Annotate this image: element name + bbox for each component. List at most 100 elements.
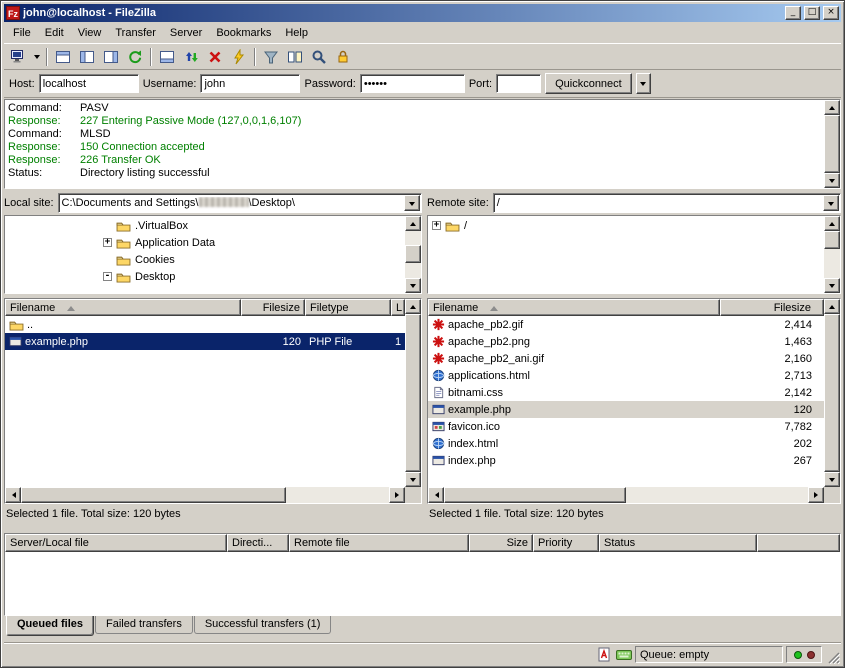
- tree-item[interactable]: - Desktop: [5, 268, 405, 285]
- column-header-last-modified[interactable]: L: [391, 299, 405, 316]
- tab-failed-transfers[interactable]: Failed transfers: [95, 616, 193, 634]
- scroll-left-button[interactable]: [5, 487, 21, 503]
- table-row[interactable]: apache_pb2.png 1,463: [428, 333, 824, 350]
- scroll-down-button[interactable]: [405, 278, 421, 293]
- table-row[interactable]: index.html 202: [428, 435, 824, 452]
- scroll-thumb[interactable]: [824, 314, 840, 472]
- filesize: 2,142: [720, 384, 824, 401]
- tab-successful-transfers[interactable]: Successful transfers (1): [194, 616, 332, 634]
- site-manager-dropdown-button[interactable]: [30, 46, 43, 68]
- column-header-direction[interactable]: Directi...: [227, 534, 289, 552]
- table-row[interactable]: example.php 120 PHP File 1: [5, 333, 405, 350]
- table-row[interactable]: index.php 267: [428, 452, 824, 469]
- port-input[interactable]: [496, 74, 541, 93]
- compare-icon: [287, 49, 303, 65]
- menu-bookmarks[interactable]: Bookmarks: [209, 24, 278, 42]
- cancel-button[interactable]: [203, 46, 227, 68]
- toggle-queue-button[interactable]: [155, 46, 179, 68]
- tree-item[interactable]: Cookies: [5, 251, 405, 268]
- scroll-thumb[interactable]: [405, 314, 421, 472]
- site-manager-button[interactable]: [6, 46, 30, 68]
- quickconnect-button[interactable]: Quickconnect: [545, 73, 632, 94]
- column-header-priority[interactable]: Priority: [533, 534, 599, 552]
- refresh-button[interactable]: [123, 46, 147, 68]
- remote-site-combo[interactable]: /: [493, 193, 841, 213]
- search-button[interactable]: [307, 46, 331, 68]
- scroll-right-button[interactable]: [808, 487, 824, 503]
- table-row[interactable]: ..: [5, 316, 405, 333]
- folder-icon: [116, 237, 131, 249]
- scroll-thumb[interactable]: [21, 487, 286, 503]
- scroll-up-button[interactable]: [405, 216, 421, 231]
- scroll-up-button[interactable]: [824, 299, 840, 314]
- arrow-up-icon: [829, 219, 835, 226]
- column-header-filetype[interactable]: Filetype: [305, 299, 391, 316]
- username-input[interactable]: [200, 74, 300, 93]
- tree-item[interactable]: + Application Data: [5, 234, 405, 251]
- scroll-thumb[interactable]: [444, 487, 626, 503]
- scroll-track: [444, 487, 808, 503]
- disconnect-button[interactable]: [227, 46, 251, 68]
- main-split: Local site: C:\Documents and Settings\\D…: [4, 193, 841, 524]
- quickconnect-dropdown-button[interactable]: [636, 73, 651, 94]
- column-header-status[interactable]: Status: [599, 534, 757, 552]
- menu-edit[interactable]: Edit: [38, 24, 71, 42]
- column-header-size[interactable]: Size: [469, 534, 533, 552]
- scroll-down-button[interactable]: [824, 173, 840, 188]
- column-header-filename[interactable]: Filename: [5, 299, 241, 316]
- column-header-filesize[interactable]: Filesize: [720, 299, 824, 316]
- column-header-filename[interactable]: Filename: [428, 299, 720, 316]
- scroll-down-button[interactable]: [824, 278, 840, 293]
- compare-button[interactable]: [283, 46, 307, 68]
- toggle-remote-tree-button[interactable]: [99, 46, 123, 68]
- chevron-down-icon: [828, 202, 834, 209]
- maximize-button[interactable]: □: [804, 6, 820, 20]
- tab-queued-files[interactable]: Queued files: [6, 616, 94, 636]
- minimize-button[interactable]: _: [785, 6, 801, 20]
- resize-grip[interactable]: [825, 649, 840, 664]
- column-header-server-local-file[interactable]: Server/Local file: [5, 534, 227, 552]
- table-row[interactable]: favicon.ico 7,782: [428, 418, 824, 435]
- close-button[interactable]: ×: [823, 6, 839, 20]
- collapse-icon[interactable]: -: [103, 272, 112, 281]
- column-header-filler: [757, 534, 840, 552]
- tree-item[interactable]: .VirtualBox: [5, 217, 405, 234]
- remote-site-dropdown-button[interactable]: [823, 195, 839, 211]
- menu-transfer[interactable]: Transfer: [108, 24, 163, 42]
- table-row[interactable]: example.php 120: [428, 401, 824, 418]
- quickconnect-bar: Host: Username: Password: Port: Quickcon…: [4, 70, 841, 98]
- expand-icon[interactable]: +: [432, 221, 441, 230]
- host-input[interactable]: [39, 74, 139, 93]
- menu-file[interactable]: File: [6, 24, 38, 42]
- toggle-message-log-button[interactable]: [51, 46, 75, 68]
- column-header-remote-file[interactable]: Remote file: [289, 534, 469, 552]
- table-row[interactable]: apache_pb2_ani.gif 2,160: [428, 350, 824, 367]
- tree-item[interactable]: + /: [428, 217, 824, 234]
- scroll-up-button[interactable]: [824, 100, 840, 115]
- expand-icon[interactable]: +: [103, 238, 112, 247]
- column-header-filesize[interactable]: Filesize: [241, 299, 305, 316]
- toggle-local-tree-button[interactable]: [75, 46, 99, 68]
- process-queue-button[interactable]: [179, 46, 203, 68]
- sync-browse-button[interactable]: [331, 46, 355, 68]
- menu-view[interactable]: View: [71, 24, 109, 42]
- scroll-down-button[interactable]: [405, 472, 421, 487]
- scroll-thumb[interactable]: [824, 115, 840, 173]
- scroll-right-button[interactable]: [389, 487, 405, 503]
- menu-help[interactable]: Help: [278, 24, 315, 42]
- scroll-up-button[interactable]: [824, 216, 840, 231]
- local-site-dropdown-button[interactable]: [404, 195, 420, 211]
- scroll-down-button[interactable]: [824, 472, 840, 487]
- table-row[interactable]: applications.html 2,713: [428, 367, 824, 384]
- scroll-thumb[interactable]: [824, 231, 840, 249]
- tree-item-label: /: [464, 220, 467, 232]
- menu-server[interactable]: Server: [163, 24, 209, 42]
- password-input[interactable]: [360, 74, 465, 93]
- scroll-up-button[interactable]: [405, 299, 421, 314]
- scroll-left-button[interactable]: [428, 487, 444, 503]
- filter-button[interactable]: [259, 46, 283, 68]
- table-row[interactable]: bitnami.css 2,142: [428, 384, 824, 401]
- table-row[interactable]: apache_pb2.gif 2,414: [428, 316, 824, 333]
- scroll-thumb[interactable]: [405, 245, 421, 263]
- local-site-combo[interactable]: C:\Documents and Settings\\Desktop\: [58, 193, 422, 213]
